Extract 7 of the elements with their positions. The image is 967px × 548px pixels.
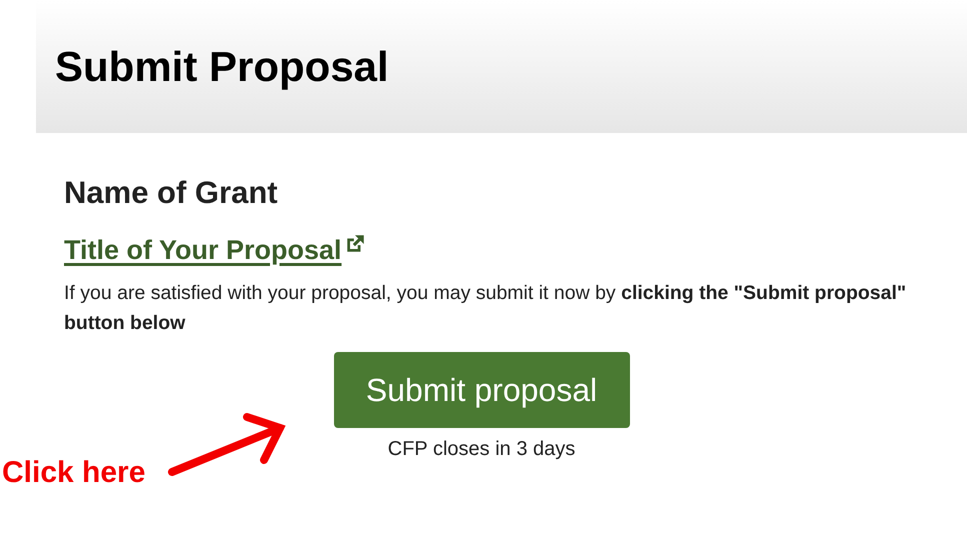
submit-proposal-button[interactable]: Submit proposal: [334, 352, 630, 428]
page-title: Submit Proposal: [55, 42, 389, 90]
click-here-annotation: Click here: [2, 456, 146, 490]
deadline-note: CFP closes in 3 days: [388, 438, 576, 461]
instructions-text: If you are satisfied with your proposal, you may submit it now by clicking the "Submit proposal" button below: [64, 281, 908, 336]
grant-name: Name of Grant: [64, 175, 279, 211]
proposal-link[interactable]: Title of Your Proposal: [64, 233, 366, 266]
